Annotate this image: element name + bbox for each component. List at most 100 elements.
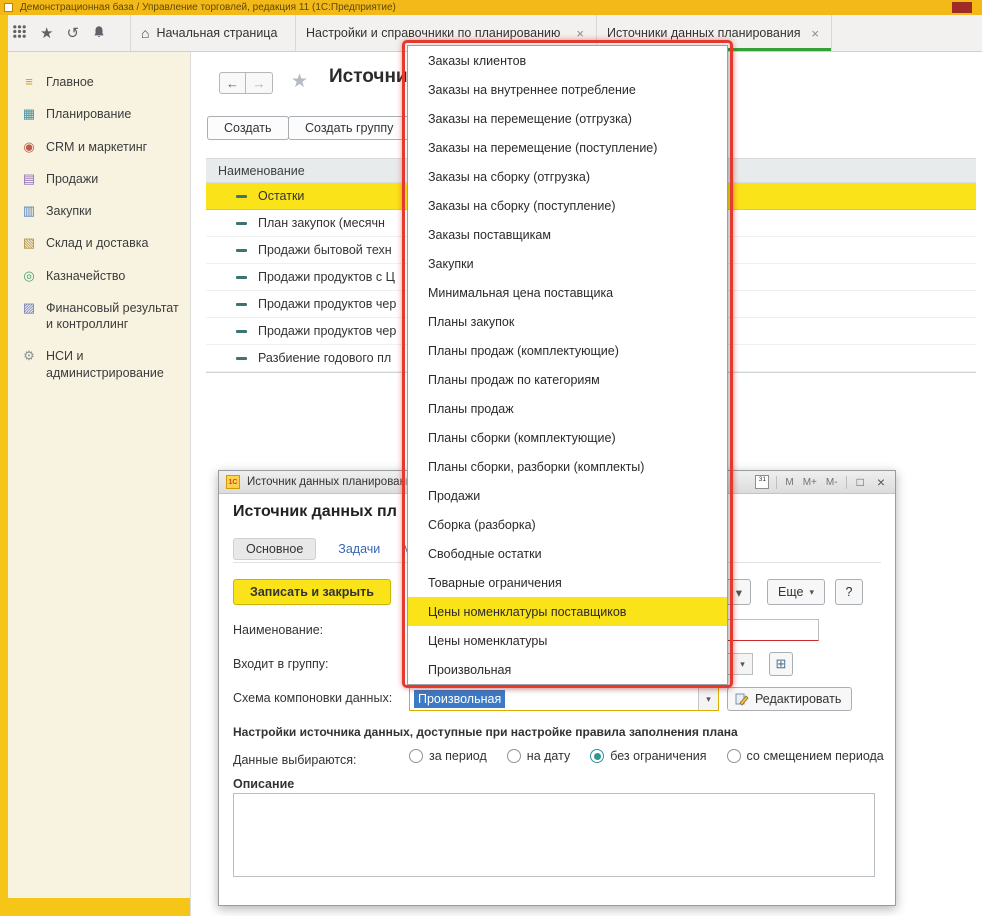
sidebar-item-label: Казначейство (46, 268, 125, 284)
radio-option[interactable]: без ограничения (590, 749, 706, 763)
create-group-button[interactable]: Создать группу (288, 116, 410, 140)
dialog-maximize-button[interactable]: □ (854, 475, 867, 489)
calendar-icon[interactable]: 31 (755, 475, 769, 489)
back-button[interactable]: ← (219, 72, 246, 94)
memory-m-plus-button[interactable]: M+ (802, 477, 818, 488)
sidebar-item[interactable]: ▤ Продажи (8, 163, 190, 195)
form-tab-tasks[interactable]: Задачи (338, 542, 380, 556)
sidebar-item-icon: ⚙ (21, 348, 37, 364)
radio-option[interactable]: со смещением периода (727, 749, 884, 763)
dropdown-item[interactable]: Планы сборки, разборки (комплекты) (408, 452, 727, 481)
dropdown-item-label: Товарные ограничения (428, 576, 562, 590)
sidebar-item-icon: ◉ (21, 139, 37, 155)
dropdown-item[interactable]: Минимальная цена поставщика (408, 278, 727, 307)
tab-close-icon[interactable]: × (574, 26, 586, 41)
sidebar-item[interactable]: ▧ Склад и доставка (8, 227, 190, 259)
dropdown-item[interactable]: Продажи (408, 481, 727, 510)
dropdown-item[interactable]: Планы сборки (комплектующие) (408, 423, 727, 452)
memory-m-minus-button[interactable]: M- (825, 477, 839, 488)
dialog-close-button[interactable]: × (874, 474, 888, 490)
dropdown-item[interactable]: Планы продаж (комплектующие) (408, 336, 727, 365)
group-open-button[interactable]: ⊞ (769, 652, 793, 676)
dropdown-item[interactable]: Заказы на сборку (поступление) (408, 191, 727, 220)
window-close-button[interactable] (952, 2, 972, 13)
dropdown-item-label: Свободные остатки (428, 547, 542, 561)
dropdown-item[interactable]: Заказы поставщикам (408, 220, 727, 249)
sidebar-bottom-strip (0, 898, 190, 916)
dropdown-item[interactable]: Цены номенклатуры (408, 626, 727, 655)
dropdown-item[interactable]: Сборка (разборка) (408, 510, 727, 539)
sidebar-item-label: Главное (46, 74, 94, 90)
dropdown-item[interactable]: Цены номенклатуры поставщиков (408, 597, 727, 626)
add-favorite-star-icon[interactable]: ★ (291, 70, 308, 93)
memory-m-button[interactable]: M (784, 477, 794, 488)
dropdown-item-label: Планы сборки, разборки (комплекты) (428, 460, 644, 474)
dropdown-item[interactable]: Заказы на перемещение (отгрузка) (408, 104, 727, 133)
home-icon: ⌂ (141, 25, 149, 41)
row-name: Продажи бытовой техн (258, 243, 392, 257)
favorites-star-icon[interactable]: ★ (40, 26, 53, 41)
dropdown-item[interactable]: Заказы на внутреннее потребление (408, 75, 727, 104)
dropdown-item-label: Планы сборки (комплектующие) (428, 431, 616, 445)
tab-label: Начальная страница (156, 26, 277, 40)
sidebar-item[interactable]: ≡ Главное (8, 66, 190, 98)
schema-field-label: Схема компоновки данных: (233, 691, 392, 705)
sidebar-item-icon: ≡ (21, 74, 37, 90)
help-button[interactable]: ? (835, 579, 863, 605)
radio-option[interactable]: за период (409, 749, 487, 763)
dropdown-item-label: Продажи (428, 489, 480, 503)
edit-schema-button[interactable]: Редактировать (727, 687, 852, 711)
dropdown-item[interactable]: Планы закупок (408, 307, 727, 336)
create-button[interactable]: Создать (207, 116, 289, 140)
dropdown-item-label: Планы продаж (428, 402, 514, 416)
sidebar-item[interactable]: ▥ Закупки (8, 195, 190, 227)
dropdown-item-label: Цены номенклатуры (428, 634, 547, 648)
nav-buttons: ← → (219, 72, 273, 94)
edit-icon (735, 692, 749, 706)
dropdown-item[interactable]: Планы продаж (408, 394, 727, 423)
dropdown-item[interactable]: Товарные ограничения (408, 568, 727, 597)
dropdown-item-label: Заказы на перемещение (поступление) (428, 141, 657, 155)
dropdown-item[interactable]: Заказы на сборку (отгрузка) (408, 162, 727, 191)
list-element-dash-icon (236, 249, 247, 252)
sidebar-item[interactable]: ◎ Казначейство (8, 260, 190, 292)
save-and-close-button[interactable]: Записать и закрыть (233, 579, 391, 605)
dropdown-item[interactable]: Заказы на перемещение (поступление) (408, 133, 727, 162)
sidebar-item[interactable]: ◉ CRM и маркетинг (8, 131, 190, 163)
sidebar-item[interactable]: ⚙ НСИ и администрирование (8, 340, 190, 389)
more-button[interactable]: Еще ▾ (767, 579, 825, 605)
sidebar-item-icon: ▧ (21, 235, 37, 251)
history-icon[interactable]: ↺ (66, 26, 79, 41)
dropdown-item[interactable]: Произвольная (408, 655, 727, 684)
dropdown-item-label: Планы продаж (комплектующие) (428, 344, 619, 358)
sidebar-item[interactable]: ▨ Финансовый результат и контроллинг (8, 292, 190, 341)
radio-label: за период (429, 749, 487, 763)
dropdown-item[interactable]: Заказы клиентов (408, 46, 727, 75)
description-label: Описание (233, 777, 294, 791)
menu-grid-icon[interactable] (12, 24, 27, 42)
tab-close-icon[interactable]: × (809, 26, 821, 41)
edit-label: Редактировать (755, 692, 841, 706)
tab-home-page[interactable]: ⌂ Начальная страница (130, 15, 296, 51)
form-tab-main[interactable]: Основное (233, 538, 316, 560)
dropdown-item-label: Заказы на перемещение (отгрузка) (428, 112, 632, 126)
sidebar-item[interactable]: ▦ Планирование (8, 98, 190, 130)
bell-icon[interactable] (92, 25, 106, 42)
sidebar-item-label: Продажи (46, 171, 98, 187)
dropdown-item[interactable]: Закупки (408, 249, 727, 278)
dropdown-item[interactable]: Свободные остатки (408, 539, 727, 568)
description-textarea[interactable] (233, 793, 875, 877)
dropdown-item[interactable]: Планы продаж по категориям (408, 365, 727, 394)
sidebar-item-label: Склад и доставка (46, 235, 148, 251)
group-dropdown-arrow-icon[interactable]: ▾ (732, 654, 752, 674)
forward-button[interactable]: → (246, 72, 273, 94)
schema-dropdown-arrow-icon[interactable]: ▾ (698, 688, 718, 710)
radio-circle-icon (507, 749, 521, 763)
sidebar-item-label: Планирование (46, 106, 131, 122)
schema-combo[interactable]: Произвольная ▾ (409, 687, 719, 711)
titlebar-divider (776, 476, 777, 489)
radio-option[interactable]: на дату (507, 749, 570, 763)
dropdown-item-label: Заказы поставщикам (428, 228, 551, 242)
1c-logo-icon: 1С (226, 475, 240, 489)
sidebar-item-icon: ▤ (21, 171, 37, 187)
